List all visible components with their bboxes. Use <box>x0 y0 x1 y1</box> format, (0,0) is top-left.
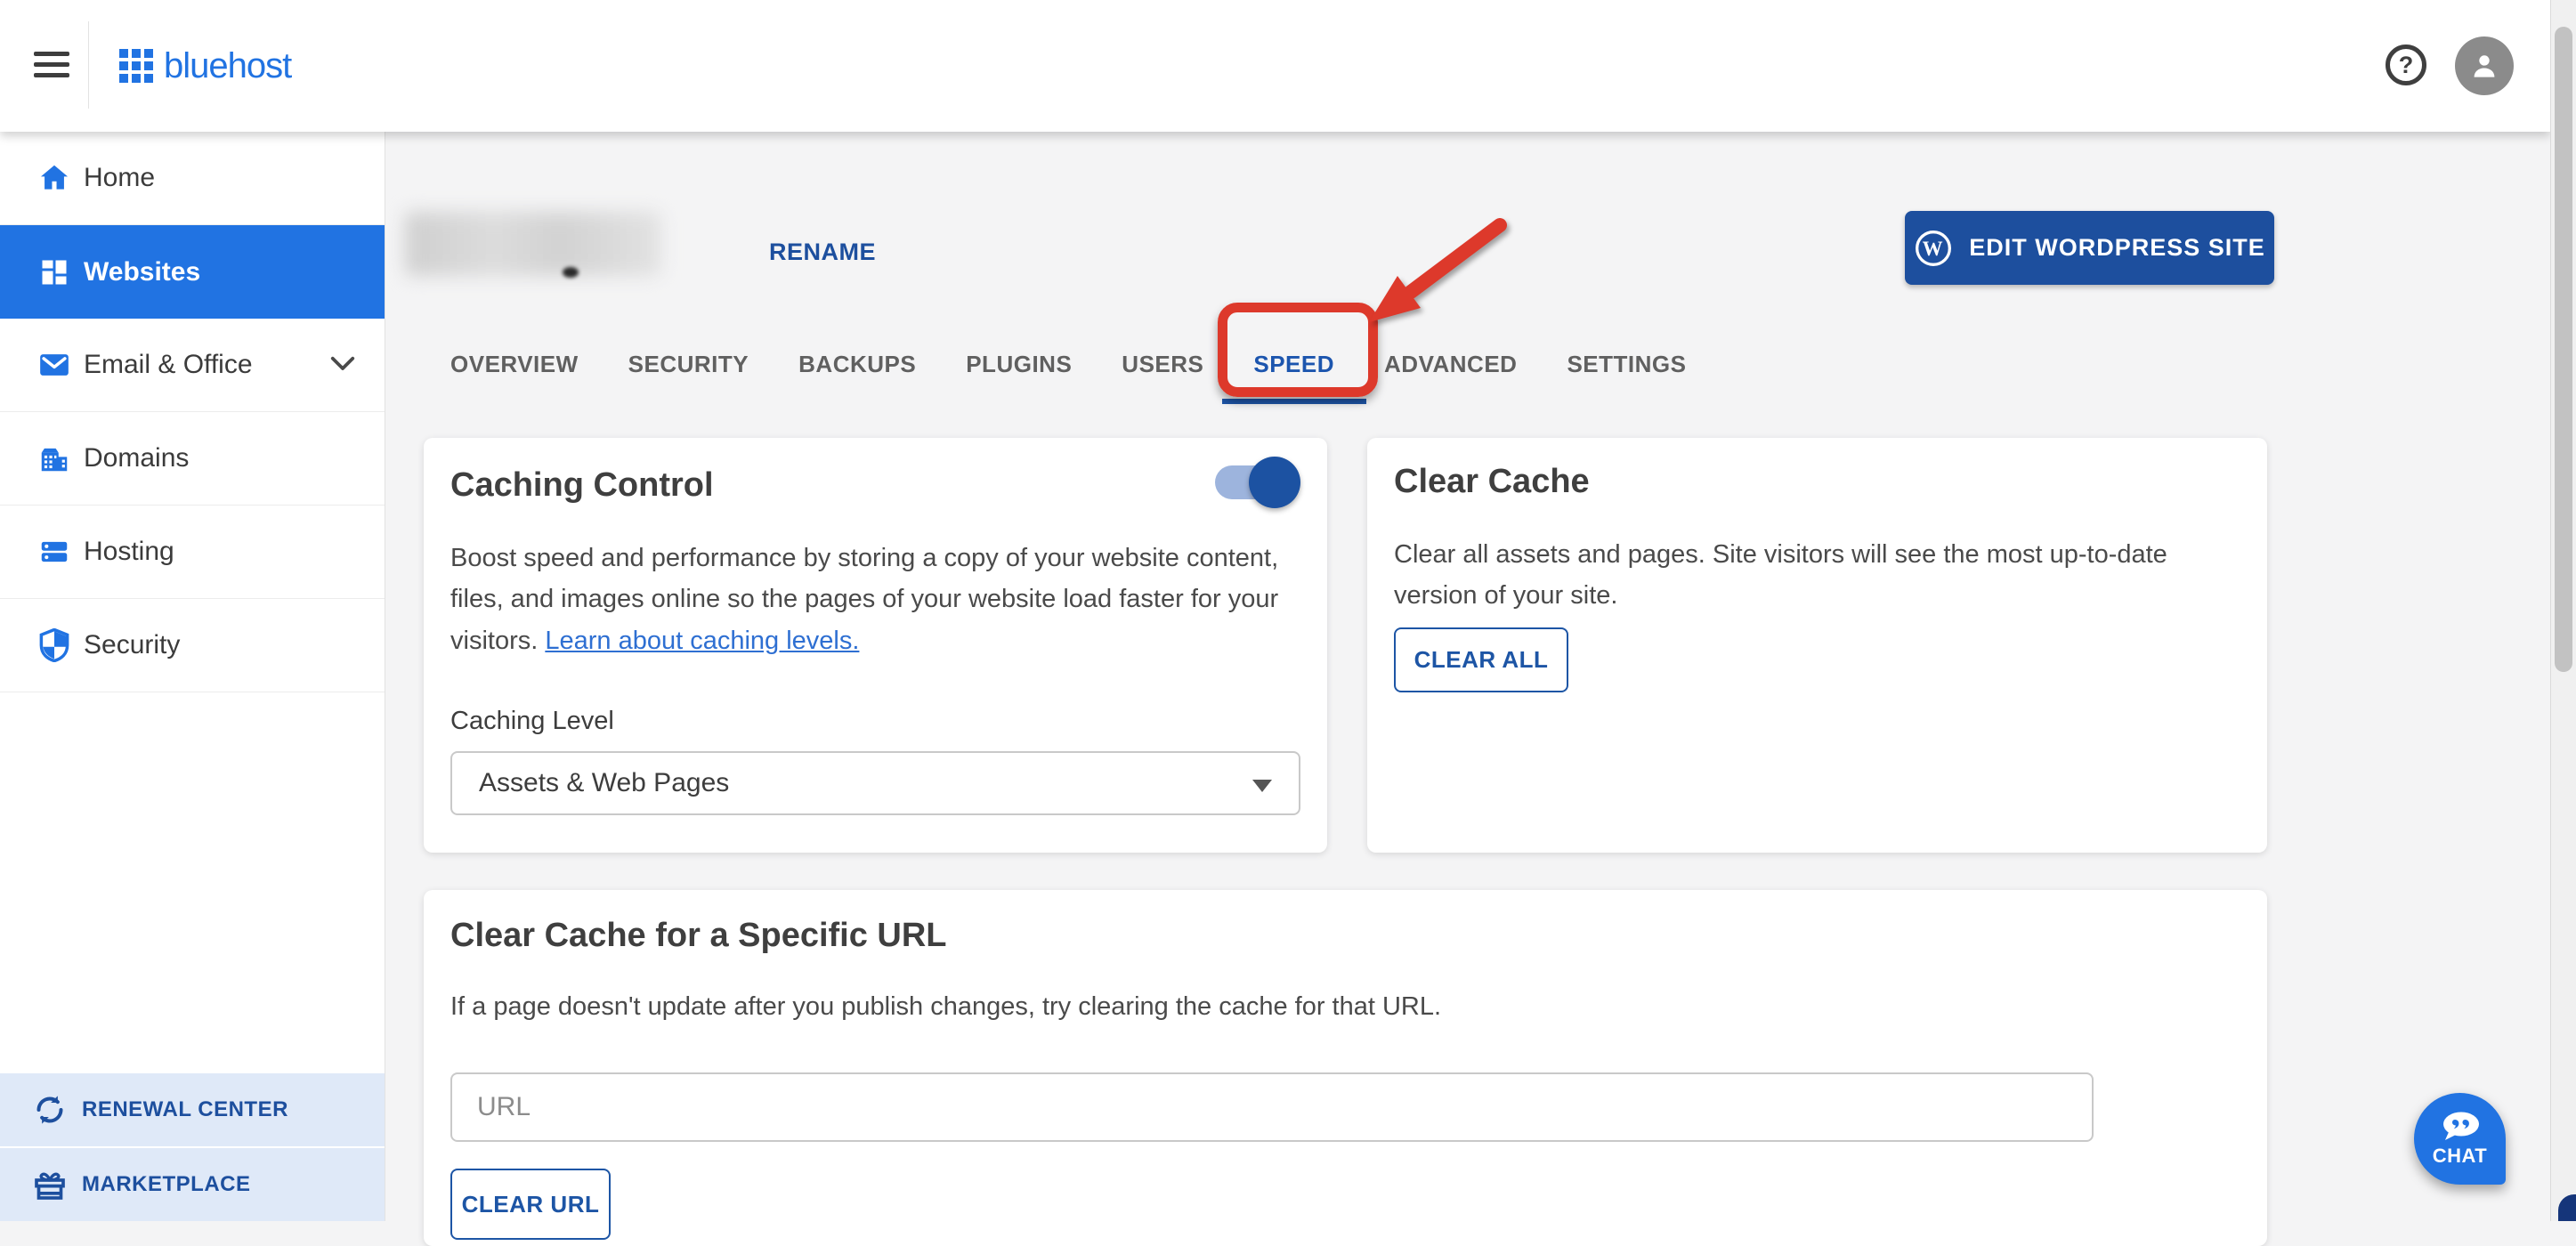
tab-security[interactable]: SECURITY <box>628 340 749 389</box>
active-tab-underline <box>1222 399 1366 404</box>
caching-toggle[interactable] <box>1215 465 1295 500</box>
sidebar-item-websites[interactable]: Websites <box>0 225 385 319</box>
clear-url-description: If a page doesn't update after you publi… <box>450 986 2142 1027</box>
sidebar-item-email-office[interactable]: Email & Office <box>0 319 385 412</box>
bluehost-wordmark: bluehost <box>164 44 291 87</box>
sidebar-item-label: Security <box>84 630 180 660</box>
chat-bubble-icon <box>2440 1111 2481 1143</box>
sidebar-item-renewal-center[interactable]: RENEWAL CENTER <box>0 1073 385 1148</box>
caching-control-title: Caching Control <box>450 466 714 505</box>
tab-plugins[interactable]: PLUGINS <box>966 340 1072 389</box>
clear-url-title: Clear Cache for a Specific URL <box>450 917 947 955</box>
hamburger-menu-icon[interactable] <box>34 52 69 78</box>
clear-all-button[interactable]: CLEAR ALL <box>1394 627 1568 692</box>
caching-level-select[interactable]: Assets & Web Pages <box>450 751 1300 815</box>
sidebar-item-label: Email & Office <box>84 350 253 380</box>
tab-users[interactable]: USERS <box>1122 340 1203 389</box>
tab-backups[interactable]: BACKUPS <box>798 340 916 389</box>
caching-level-label: Caching Level <box>450 707 614 736</box>
shield-icon <box>37 628 71 662</box>
clear-url-card: Clear Cache for a Specific URL If a page… <box>424 890 2267 1246</box>
sidebar-item-label: RENEWAL CENTER <box>82 1097 288 1122</box>
tab-advanced[interactable]: ADVANCED <box>1384 340 1517 389</box>
help-icon[interactable]: ? <box>2386 44 2426 85</box>
caching-control-card: Caching Control Boost speed and performa… <box>424 438 1327 853</box>
clear-cache-title: Clear Cache <box>1394 463 1590 501</box>
toggle-knob <box>1249 457 1300 508</box>
sidebar-item-label: Hosting <box>84 537 174 567</box>
clear-cache-description: Clear all assets and pages. Site visitor… <box>1394 534 2248 617</box>
page-scrollbar[interactable] <box>2550 0 2576 1221</box>
tab-settings[interactable]: SETTINGS <box>1567 340 1686 389</box>
websites-icon <box>37 255 71 289</box>
sidebar-item-label: MARKETPLACE <box>82 1172 251 1197</box>
account-avatar[interactable] <box>2455 36 2514 95</box>
sidebar-item-home[interactable]: Home <box>0 132 385 225</box>
clear-url-button[interactable]: CLEAR URL <box>450 1169 611 1240</box>
tab-speed[interactable]: SPEED <box>1253 340 1334 389</box>
rename-link[interactable]: RENAME <box>769 239 876 266</box>
sidebar-nav: Home Websites Email & Office <box>0 132 385 1221</box>
email-icon <box>37 348 71 382</box>
chat-label: CHAT <box>2433 1145 2487 1168</box>
edit-wordpress-site-button[interactable]: W EDIT WORDPRESS SITE <box>1905 211 2274 285</box>
caching-description: Boost speed and performance by storing a… <box>450 538 1283 661</box>
hosting-server-icon <box>37 535 71 569</box>
chevron-down-icon[interactable] <box>329 354 356 378</box>
select-caret-icon <box>1252 780 1272 792</box>
site-name-redacted <box>405 212 661 276</box>
bluehost-grid-icon <box>119 49 153 83</box>
gift-icon <box>32 1167 68 1202</box>
header-divider <box>88 21 89 109</box>
wordpress-icon: W <box>1914 229 1953 268</box>
sidebar-item-marketplace[interactable]: MARKETPLACE <box>0 1148 385 1221</box>
person-icon <box>2467 49 2501 83</box>
bluehost-logo[interactable]: bluehost <box>119 44 291 87</box>
renewal-cycle-icon <box>32 1092 68 1128</box>
sidebar-item-label: Domains <box>84 443 189 473</box>
learn-caching-levels-link[interactable]: Learn about caching levels. <box>545 627 859 655</box>
edit-wordpress-label: EDIT WORDPRESS SITE <box>1969 234 2265 262</box>
site-name-redacted-artifact <box>563 267 579 278</box>
sidebar-item-hosting[interactable]: Hosting <box>0 506 385 599</box>
url-input[interactable] <box>450 1072 2094 1142</box>
caching-level-value: Assets & Web Pages <box>479 768 729 798</box>
help-glyph: ? <box>2399 52 2414 79</box>
sidebar-item-domains[interactable]: Domains <box>0 412 385 506</box>
clear-cache-card: Clear Cache Clear all assets and pages. … <box>1367 438 2267 853</box>
top-header: bluehost ? <box>0 0 2550 132</box>
sidebar-item-label: Websites <box>84 257 200 287</box>
scrollbar-thumb[interactable] <box>2555 27 2572 672</box>
domains-icon <box>37 441 71 475</box>
tab-overview[interactable]: OVERVIEW <box>450 340 579 389</box>
home-icon <box>37 161 71 195</box>
sidebar-item-label: Home <box>84 163 155 193</box>
site-tabs: OVERVIEW SECURITY BACKUPS PLUGINS USERS … <box>450 340 1686 389</box>
sidebar-item-security[interactable]: Security <box>0 599 385 692</box>
sidebar-footer: RENEWAL CENTER MARKETPLACE <box>0 1073 385 1221</box>
chat-button[interactable]: CHAT <box>2414 1093 2506 1185</box>
wordpress-monogram: W <box>1923 238 1945 260</box>
